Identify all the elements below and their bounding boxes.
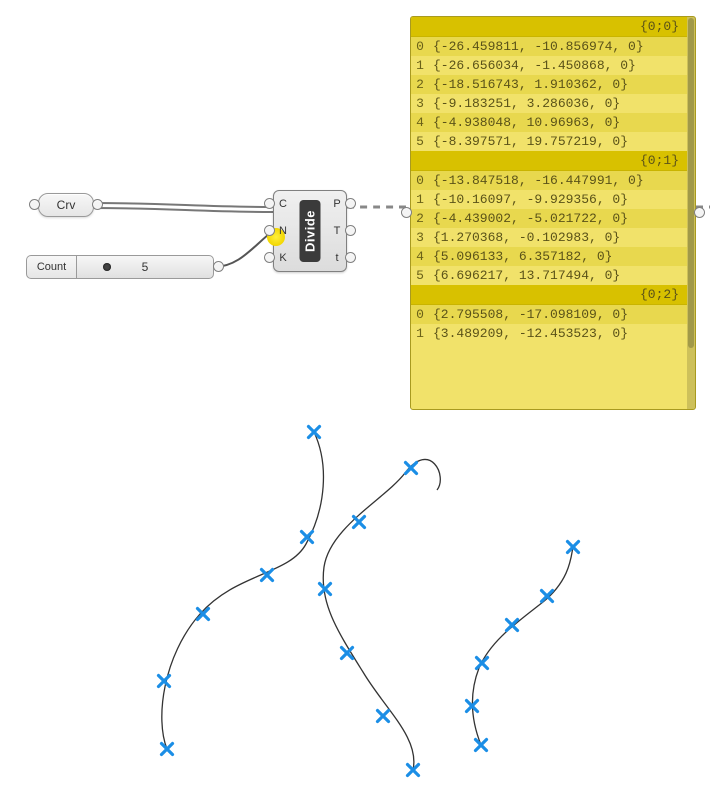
viewport-curve	[162, 432, 324, 749]
output-t-lower[interactable]: t	[335, 252, 338, 264]
divide-out-t-grip[interactable]	[345, 252, 356, 263]
panel-data-row: 3{-9.183251, 3.286036, 0}	[411, 94, 687, 113]
point-marker-icon	[162, 744, 173, 755]
data-panel[interactable]: {0;0}0{-26.459811, -10.856974, 0}1{-26.6…	[410, 16, 696, 410]
point-marker-icon	[477, 658, 488, 669]
panel-path-header: {0;0}	[411, 17, 687, 37]
panel-row-value: {2.795508, -17.098109, 0}	[429, 307, 687, 322]
panel-data-row: 2{-18.516743, 1.910362, 0}	[411, 75, 687, 94]
input-k[interactable]: K	[279, 252, 286, 264]
point-marker-icon	[406, 463, 417, 474]
panel-row-value: {-9.183251, 3.286036, 0}	[429, 96, 687, 111]
panel-data-row: 4{-4.938048, 10.96963, 0}	[411, 113, 687, 132]
point-marker-icon	[198, 609, 209, 620]
panel-data-row: 1{3.489209, -12.453523, 0}	[411, 324, 687, 343]
divide-out-p-grip[interactable]	[345, 198, 356, 209]
panel-row-value: {-4.439002, -5.021722, 0}	[429, 211, 687, 226]
panel-row-value: {-10.16097, -9.929356, 0}	[429, 192, 687, 207]
output-p[interactable]: P	[333, 198, 340, 210]
panel-input-grip[interactable]	[401, 207, 412, 218]
panel-output-grip[interactable]	[694, 207, 705, 218]
component-outputs: P T t	[330, 191, 344, 271]
panel-row-index: 1	[411, 326, 429, 341]
crv-input-grip[interactable]	[29, 199, 40, 210]
panel-path-header: {0;2}	[411, 285, 687, 305]
output-t-upper[interactable]: T	[334, 225, 341, 237]
panel-data-row: 0{2.795508, -17.098109, 0}	[411, 305, 687, 324]
panel-row-value: {6.696217, 13.717494, 0}	[429, 268, 687, 283]
panel-path-header: {0;1}	[411, 151, 687, 171]
panel-row-value: {-4.938048, 10.96963, 0}	[429, 115, 687, 130]
count-slider-track[interactable]: 5	[76, 255, 214, 279]
panel-scrollbar-thumb[interactable]	[688, 18, 694, 348]
divide-component[interactable]: C N K Divide P T t	[273, 190, 347, 272]
slider-handle-icon[interactable]	[103, 263, 111, 271]
panel-row-index: 3	[411, 230, 429, 245]
point-marker-icon	[476, 740, 487, 751]
panel-row-index: 2	[411, 77, 429, 92]
count-slider-value: 5	[142, 260, 149, 274]
divide-in-n-grip[interactable]	[264, 225, 275, 236]
point-marker-icon	[542, 591, 553, 602]
point-marker-icon	[320, 584, 331, 595]
point-marker-icon	[568, 542, 579, 553]
input-n[interactable]: N	[279, 225, 287, 237]
panel-row-value: {5.096133, 6.357182, 0}	[429, 249, 687, 264]
panel-row-index: 1	[411, 192, 429, 207]
slider-output-grip[interactable]	[213, 261, 224, 272]
panel-row-index: 5	[411, 268, 429, 283]
panel-row-value: {-26.459811, -10.856974, 0}	[429, 39, 687, 54]
panel-content: {0;0}0{-26.459811, -10.856974, 0}1{-26.6…	[411, 17, 687, 343]
point-marker-icon	[467, 701, 478, 712]
viewport-curve	[472, 547, 573, 745]
divide-out-T-grip[interactable]	[345, 225, 356, 236]
panel-row-index: 4	[411, 115, 429, 130]
panel-row-value: {-18.516743, 1.910362, 0}	[429, 77, 687, 92]
point-marker-icon	[354, 517, 365, 528]
panel-data-row: 1{-10.16097, -9.929356, 0}	[411, 190, 687, 209]
divide-in-c-grip[interactable]	[264, 198, 275, 209]
point-marker-icon	[302, 532, 313, 543]
point-marker-icon	[408, 765, 419, 776]
point-marker-icon	[378, 711, 389, 722]
viewport-curve	[323, 459, 440, 770]
panel-row-index: 3	[411, 96, 429, 111]
point-marker-icon	[507, 620, 518, 631]
divide-in-k-grip[interactable]	[264, 252, 275, 263]
panel-row-index: 2	[411, 211, 429, 226]
point-marker-icon	[309, 427, 320, 438]
count-slider[interactable]: Count 5	[26, 255, 214, 279]
point-marker-icon	[159, 676, 170, 687]
panel-row-value: {-13.847518, -16.447991, 0}	[429, 173, 687, 188]
count-slider-label: Count	[26, 255, 76, 279]
panel-data-row: 2{-4.439002, -5.021722, 0}	[411, 209, 687, 228]
crv-param[interactable]: Crv	[38, 193, 94, 217]
panel-row-index: 4	[411, 249, 429, 264]
component-title: Divide	[300, 200, 321, 262]
crv-param-label: Crv	[57, 198, 76, 212]
point-marker-icon	[262, 570, 273, 581]
panel-row-index: 1	[411, 58, 429, 73]
panel-data-row: 4{5.096133, 6.357182, 0}	[411, 247, 687, 266]
panel-data-row: 0{-26.459811, -10.856974, 0}	[411, 37, 687, 56]
panel-row-index: 0	[411, 173, 429, 188]
crv-output-grip[interactable]	[92, 199, 103, 210]
panel-row-value: {-26.656034, -1.450868, 0}	[429, 58, 687, 73]
panel-data-row: 5{-8.397571, 19.757219, 0}	[411, 132, 687, 151]
input-c[interactable]: C	[279, 198, 287, 210]
panel-row-index: 0	[411, 307, 429, 322]
panel-row-value: {3.489209, -12.453523, 0}	[429, 326, 687, 341]
panel-data-row: 5{6.696217, 13.717494, 0}	[411, 266, 687, 285]
panel-row-value: {1.270368, -0.102983, 0}	[429, 230, 687, 245]
panel-row-index: 0	[411, 39, 429, 54]
panel-row-value: {-8.397571, 19.757219, 0}	[429, 134, 687, 149]
panel-data-row: 0{-13.847518, -16.447991, 0}	[411, 171, 687, 190]
component-inputs: C N K	[276, 191, 290, 271]
point-marker-icon	[342, 648, 353, 659]
panel-data-row: 1{-26.656034, -1.450868, 0}	[411, 56, 687, 75]
panel-row-index: 5	[411, 134, 429, 149]
panel-data-row: 3{1.270368, -0.102983, 0}	[411, 228, 687, 247]
